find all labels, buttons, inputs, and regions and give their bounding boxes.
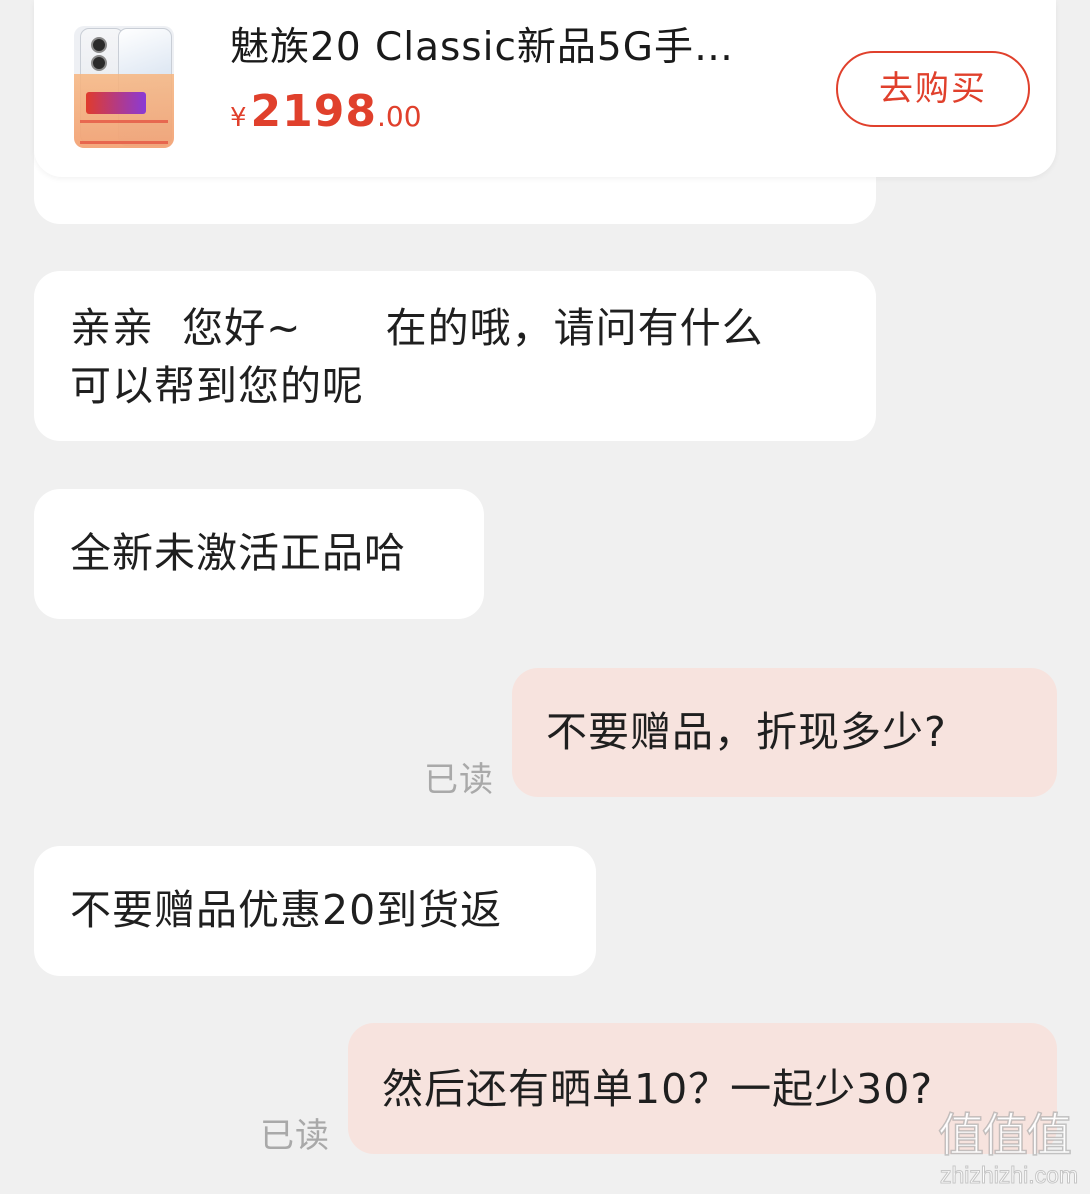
message-text-line: 亲亲 您好~ 在的哦，请问有什么 <box>70 304 764 352</box>
seller-message-bubble[interactable]: 亲亲 您好~ 在的哦，请问有什么 可以帮到您的呢 <box>34 271 876 441</box>
watermark-domain: zhizhizhi.com <box>939 1162 1079 1189</box>
promo-banner-image <box>74 74 174 148</box>
phone-product-thumbnail[interactable] <box>74 26 174 148</box>
message-text: 然后还有晒单10？一起少30? <box>382 1065 934 1113</box>
seller-message-bubble[interactable]: 全新未激活正品哈 <box>34 489 484 619</box>
price-decimal: .00 <box>377 100 422 133</box>
price-integer: 2198 <box>250 86 378 137</box>
read-status: 已读 <box>260 1116 330 1156</box>
buyer-message-bubble[interactable]: 不要赠品，折现多少? <box>512 668 1057 797</box>
product-title[interactable]: 魅族20 Classic新品5G手… <box>230 20 850 76</box>
camera-icon <box>91 55 107 71</box>
watermark-logo: 值值值 <box>937 1107 1073 1163</box>
product-card[interactable]: 魅族20 Classic新品5G手… ¥2198.00 去购买 <box>34 0 1056 177</box>
seller-message-bubble[interactable]: 不要赠品优惠20到货返 <box>34 846 596 976</box>
read-status: 已读 <box>424 760 494 800</box>
camera-icon <box>91 37 107 53</box>
message-text: 不要赠品优惠20到货返 <box>70 886 503 934</box>
promo-strip <box>86 92 146 114</box>
buy-button[interactable]: 去购买 <box>836 51 1030 127</box>
message-text: 全新未激活正品哈 <box>70 529 406 577</box>
promo-lines <box>80 120 168 144</box>
price-currency: ¥ <box>230 103 247 133</box>
message-text: 不要赠品，折现多少? <box>546 708 947 756</box>
message-text-line: 可以帮到您的呢 <box>70 362 364 410</box>
product-price: ¥2198.00 <box>230 86 422 137</box>
site-watermark: 值值值 zhizhizhi.com <box>937 1107 1086 1190</box>
